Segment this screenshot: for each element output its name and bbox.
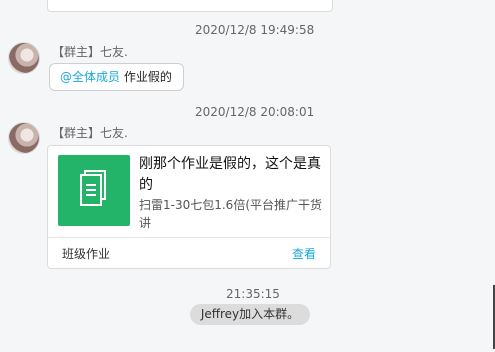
homework-card[interactable]: 刚那个作业是假的，这个是真的 扫雷1-30七包1.6倍(平台推广干货讲 班级作业… [47,145,331,269]
card-divider [48,237,330,238]
card-description: 扫雷1-30七包1.6倍(平台推广干货讲 [139,198,323,230]
document-glyph [80,170,106,206]
message-bubble[interactable]: @全体成员 作业假的 [49,63,184,91]
timestamp: 21:35:15 [226,287,280,301]
card-source-label: 班级作业 [62,247,111,261]
avatar[interactable] [8,122,40,154]
sender-name: 【群主】七友. [52,45,128,59]
view-link[interactable]: 查看 [292,245,316,262]
system-notice: Jeffrey加入本群。 [190,304,310,325]
timestamp: 2020/12/8 20:08:01 [195,105,315,119]
document-icon [58,155,130,226]
timestamp: 2020/12/8 19:49:58 [195,23,315,37]
previous-message-card [47,0,333,12]
mention-all-link[interactable]: @全体成员 [60,70,120,84]
message-text: 作业假的 [123,70,172,84]
sender-name: 【群主】七友. [52,126,128,140]
card-title: 刚那个作业是假的，这个是真的 [139,156,321,193]
avatar[interactable] [8,42,40,74]
